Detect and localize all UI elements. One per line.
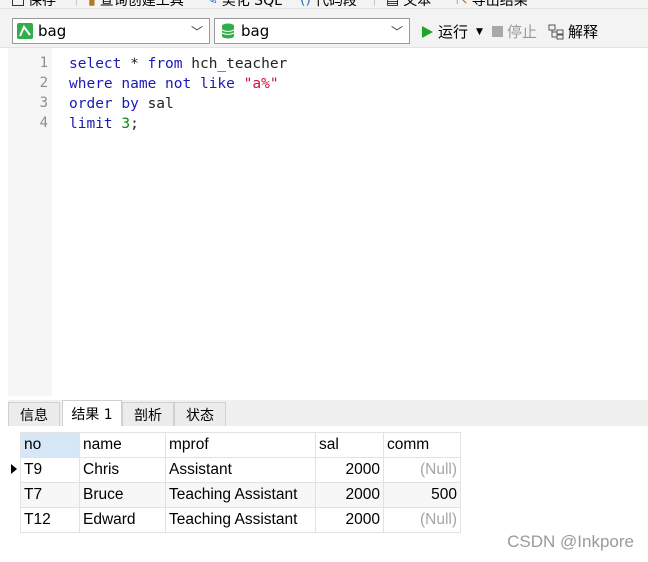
run-label: 运行: [438, 23, 469, 41]
code-line[interactable]: where name not like "a%": [69, 74, 287, 94]
code-token: sal: [138, 96, 174, 112]
line-number: 1: [39, 55, 48, 71]
sql-editor[interactable]: 1 2 3 4 select * from hch_teacher where n…: [0, 48, 648, 396]
stop-label: 停止: [507, 23, 538, 41]
cell-no[interactable]: T9: [20, 457, 80, 483]
cell-name[interactable]: Chris: [79, 457, 166, 483]
tab-info-label: 信息: [20, 407, 48, 424]
database-icon: [221, 23, 235, 39]
cell-no[interactable]: T7: [20, 482, 80, 508]
sql-code[interactable]: select * from hch_teacher where name not …: [69, 54, 287, 134]
cell-mprof[interactable]: Teaching Assistant: [165, 507, 316, 533]
explain-icon: [548, 24, 564, 39]
wrench-icon: ✎: [206, 0, 218, 8]
query-builder-label: 查询创建工具: [99, 0, 184, 9]
save-label: 保存: [28, 0, 56, 9]
column-header-no[interactable]: no: [20, 432, 80, 458]
explain-button[interactable]: 解释: [548, 21, 598, 42]
cell-comm[interactable]: (Null): [383, 507, 461, 533]
line-number-gutter: 1 2 3 4: [8, 48, 52, 396]
code-token: name: [112, 76, 166, 92]
code-token: where: [69, 76, 113, 92]
tab-result-1[interactable]: 结果 1: [62, 400, 122, 427]
line-number: 3: [39, 95, 48, 111]
code-token: select: [69, 56, 122, 72]
watermark: CSDN @Inkpore: [507, 532, 634, 551]
cell-comm[interactable]: 500: [383, 482, 461, 508]
header-row: no name mprof sal comm: [20, 432, 461, 458]
result-table: no name mprof sal comm T9 Chris Assistan…: [20, 432, 461, 533]
snippet-icon: (): [300, 0, 311, 8]
code-line[interactable]: order by sal: [69, 94, 287, 114]
cell-mprof[interactable]: Teaching Assistant: [165, 482, 316, 508]
save-icon: [12, 0, 24, 6]
connection-select[interactable]: bag ﹀: [12, 18, 210, 44]
chevron-down-icon: ﹀: [390, 25, 403, 39]
cell-comm[interactable]: (Null): [383, 457, 461, 483]
beautify-sql-button[interactable]: ✎ 美化 SQL: [206, 0, 282, 9]
code-token: "a%": [243, 76, 279, 92]
code-token: 3: [121, 116, 131, 132]
connection-icon: [17, 23, 33, 39]
tab-profile[interactable]: 剖析: [122, 402, 174, 426]
cell-name[interactable]: Bruce: [79, 482, 166, 508]
tab-info[interactable]: 信息: [8, 402, 60, 426]
cell-sal[interactable]: 2000: [315, 457, 384, 483]
export-results-button[interactable]: ⇱ 导出结果: [456, 0, 528, 9]
connection-value: bag: [38, 22, 67, 40]
code-token: hch_teacher: [182, 56, 288, 72]
explain-label: 解释: [568, 23, 599, 41]
code-line[interactable]: select * from hch_teacher: [69, 54, 287, 74]
main-toolbar: 保存 ▮ 查询创建工具 ✎ 美化 SQL () 代码段 ▤ 文本 ⇱ 导出结果: [0, 0, 648, 9]
play-icon: [422, 25, 433, 38]
stop-icon: [492, 26, 503, 37]
code-token: *: [121, 56, 148, 72]
text-label: 文本: [403, 0, 432, 9]
code-token: from: [147, 56, 183, 72]
cell-name[interactable]: Edward: [79, 507, 166, 533]
cell-sal[interactable]: 2000: [315, 482, 384, 508]
text-button[interactable]: ▤ 文本: [386, 0, 432, 9]
query-builder-icon: ▮: [88, 0, 96, 8]
query-builder-button[interactable]: ▮ 查询创建工具: [88, 0, 184, 9]
code-line[interactable]: limit 3;: [69, 114, 287, 134]
code-snippet-label: 代码段: [314, 0, 357, 9]
tab-profile-label: 剖析: [134, 407, 162, 424]
query-toolbar: bag ﹀ bag ﹀ 运行 ▼ 停止 解释: [0, 9, 648, 48]
line-number: 2: [39, 75, 48, 91]
table-row[interactable]: T12 Edward Teaching Assistant 2000 (Null…: [20, 507, 461, 533]
export-label: 导出结果: [471, 0, 528, 9]
column-header-sal[interactable]: sal: [315, 432, 384, 458]
table-row[interactable]: T7 Bruce Teaching Assistant 2000 500: [20, 482, 461, 508]
line-number: 4: [39, 115, 48, 131]
tab-status-label: 状态: [186, 407, 214, 424]
run-button[interactable]: 运行 ▼: [420, 21, 483, 42]
code-snippet-button[interactable]: () 代码段: [300, 0, 357, 9]
code-token: not like: [165, 76, 235, 92]
column-header-comm[interactable]: comm: [383, 432, 461, 458]
beautify-sql-label: 美化 SQL: [221, 0, 282, 9]
code-token: order by: [69, 96, 139, 112]
table-row[interactable]: T9 Chris Assistant 2000 (Null): [20, 457, 461, 483]
chevron-down-icon: ﹀: [190, 25, 203, 39]
column-header-name[interactable]: name: [79, 432, 166, 458]
database-select[interactable]: bag ﹀: [214, 18, 410, 44]
code-token: ;: [130, 116, 139, 132]
text-icon: ▤: [386, 0, 400, 8]
export-icon: ⇱: [456, 0, 468, 8]
save-button[interactable]: 保存: [12, 0, 56, 9]
column-header-mprof[interactable]: mprof: [165, 432, 316, 458]
cell-sal[interactable]: 2000: [315, 507, 384, 533]
run-dropdown-icon[interactable]: ▼: [476, 27, 483, 37]
cell-mprof[interactable]: Assistant: [165, 457, 316, 483]
cell-no[interactable]: T12: [20, 507, 80, 533]
stop-button[interactable]: 停止: [492, 21, 537, 42]
tab-result-1-label: 结果 1: [71, 407, 113, 423]
result-tabs: 信息 结果 1 剖析 状态: [8, 400, 648, 427]
database-value: bag: [241, 22, 270, 40]
code-token: limit: [69, 116, 113, 132]
tab-status[interactable]: 状态: [174, 402, 226, 426]
current-row-marker-icon: [11, 464, 17, 474]
